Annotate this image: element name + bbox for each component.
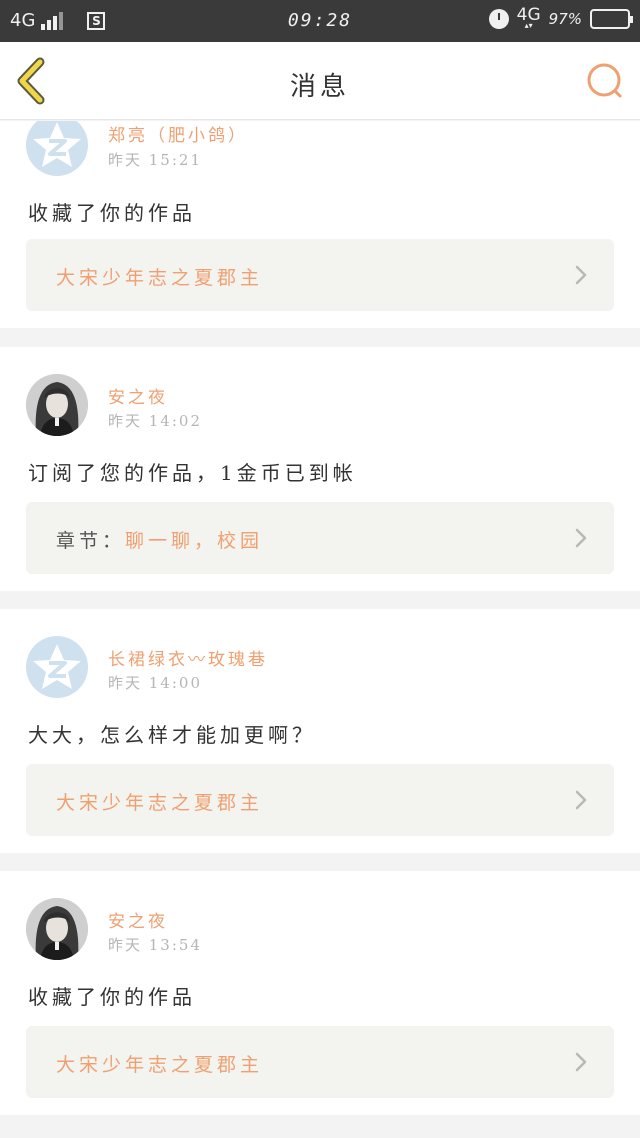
- search-icon: [587, 63, 622, 98]
- work-link[interactable]: 大宋少年志之夏郡主: [26, 1026, 614, 1098]
- user-photo-avatar-icon: [26, 374, 88, 436]
- chevron-right-icon: [575, 790, 587, 810]
- work-link[interactable]: 大宋少年志之夏郡主: [26, 764, 614, 836]
- status-bar: 4G S 09:28 4G ▴▾ 97%: [0, 0, 640, 42]
- battery-percent: 97%: [548, 10, 582, 28]
- status-right: 4G ▴▾ 97%: [488, 7, 633, 30]
- message-card: 郑亮（肥小鸽） 昨天 15:21 收藏了你的作品 大宋少年志之夏郡主: [0, 121, 640, 328]
- work-title: 章节：聊一聊，校园: [56, 526, 263, 553]
- work-link[interactable]: 大宋少年志之夏郡主: [26, 239, 614, 311]
- page-title: 消息: [289, 72, 350, 102]
- user-photo-avatar-icon: [26, 898, 88, 960]
- qq-default-avatar[interactable]: [26, 121, 88, 176]
- sender-name[interactable]: 安之夜: [108, 907, 168, 932]
- user-photo-avatar[interactable]: [26, 898, 88, 960]
- work-title-text: 聊一聊，校园: [125, 530, 264, 552]
- user-photo-avatar[interactable]: [26, 374, 88, 436]
- message-text: 订阅了您的作品，1金币已到帐: [28, 461, 357, 485]
- nav-bar: 消息: [0, 42, 640, 120]
- message-text: 收藏了你的作品: [28, 985, 196, 1009]
- qq-default-avatar-icon: [33, 644, 81, 689]
- battery-icon: [590, 9, 633, 29]
- sender-name[interactable]: 长裙绿衣〰玫瑰巷: [108, 645, 268, 670]
- qq-default-avatar-icon: [33, 122, 81, 167]
- message-time: 昨天 13:54: [108, 936, 202, 954]
- work-title-text: 大宋少年志之夏郡主: [56, 267, 264, 289]
- message-card: 长裙绿衣〰玫瑰巷 昨天 14:00 大大，怎么样才能加更啊？ 大宋少年志之夏郡主: [0, 609, 640, 853]
- work-prefix: 章节：: [56, 530, 126, 552]
- sender-name[interactable]: 安之夜: [108, 383, 168, 408]
- message-list: 郑亮（肥小鸽） 昨天 15:21 收藏了你的作品 大宋少年志之夏郡主 安之夜 昨…: [0, 121, 640, 1138]
- message-card: 安之夜 昨天 14:02 订阅了您的作品，1金币已到帐 章节：聊一聊，校园: [0, 347, 640, 591]
- work-title: 大宋少年志之夏郡主: [56, 1050, 263, 1077]
- message-time: 昨天 14:00: [108, 674, 202, 692]
- chevron-right-icon: [575, 265, 587, 285]
- work-title: 大宋少年志之夏郡主: [56, 788, 263, 815]
- work-link[interactable]: 章节：聊一聊，校园: [26, 502, 614, 574]
- work-title-text: 大宋少年志之夏郡主: [56, 792, 264, 814]
- work-title-text: 大宋少年志之夏郡主: [56, 1054, 264, 1076]
- chevron-right-icon: [575, 1052, 587, 1072]
- sender-name[interactable]: 郑亮（肥小鸽）: [108, 121, 248, 146]
- message-card: 安之夜 昨天 13:54 收藏了你的作品 大宋少年志之夏郡主: [0, 871, 640, 1115]
- message-text: 收藏了你的作品: [28, 201, 196, 225]
- message-text: 大大，怎么样才能加更啊？: [28, 723, 316, 747]
- chevron-right-icon: [575, 528, 587, 548]
- network-type-right: 4G ▴▾: [517, 7, 541, 30]
- qq-default-avatar[interactable]: [26, 636, 88, 698]
- search-button[interactable]: [584, 60, 626, 102]
- alarm-icon: [488, 9, 509, 29]
- work-title: 大宋少年志之夏郡主: [56, 263, 263, 290]
- message-time: 昨天 14:02: [108, 412, 202, 430]
- message-time: 昨天 15:21: [108, 151, 202, 169]
